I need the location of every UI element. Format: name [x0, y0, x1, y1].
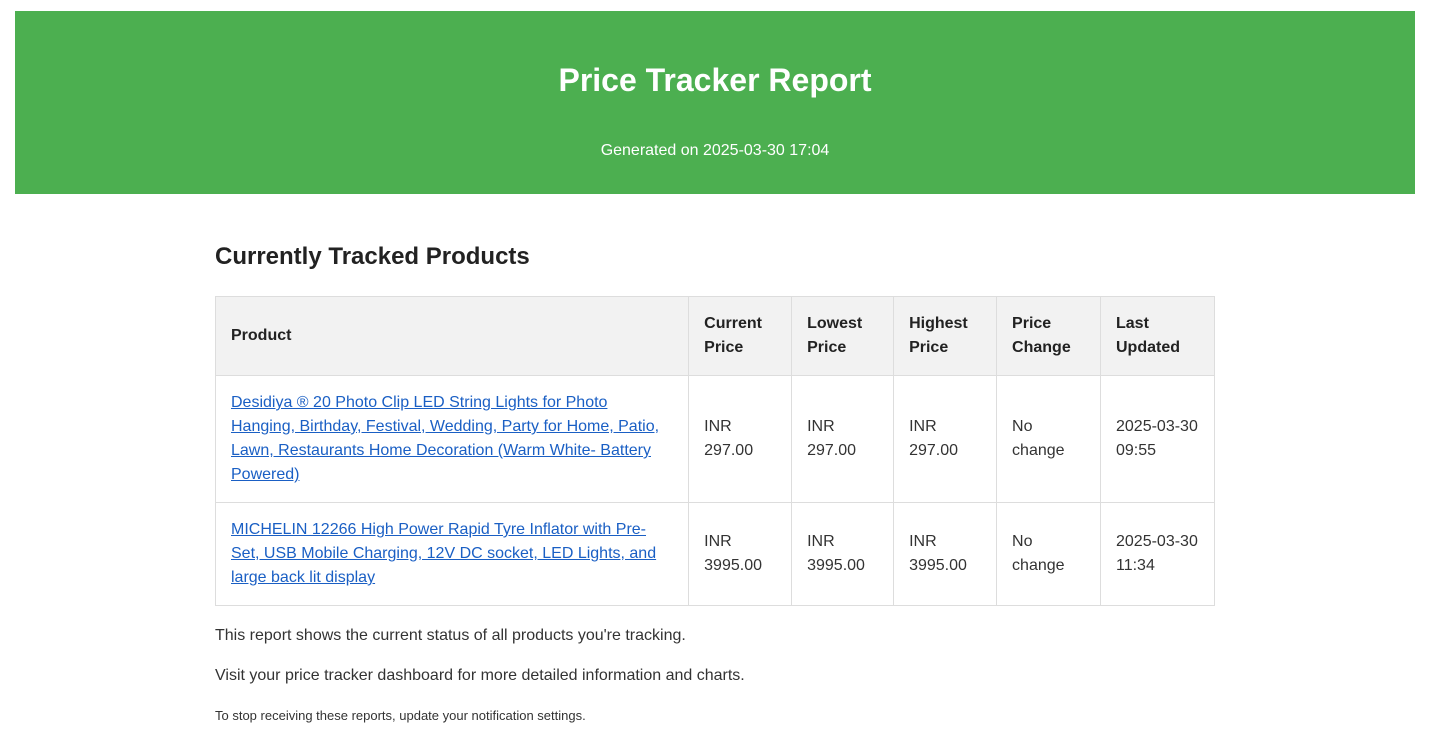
page-title: Price Tracker Report — [558, 62, 872, 98]
last-updated-cell: 2025-03-30 11:34 — [1100, 502, 1215, 606]
highest-price-cell: INR 297.00 — [893, 375, 998, 503]
last-updated-cell: 2025-03-30 09:55 — [1100, 375, 1215, 503]
status-note: This report shows the current status of … — [215, 627, 686, 644]
current-price-cell: INR 297.00 — [688, 375, 793, 503]
generated-timestamp: Generated on 2025-03-30 17:04 — [600, 142, 830, 159]
dashboard-note: Visit your price tracker dashboard for m… — [215, 667, 745, 684]
column-header-lowest-price: Lowest Price — [791, 296, 895, 376]
column-header-highest-price: Highest Price — [893, 296, 998, 376]
column-header-price-change: Price Change — [996, 296, 1101, 376]
product-cell: MICHELIN 12266 High Power Rapid Tyre Inf… — [214, 502, 690, 606]
table-row: Desidiya ® 20 Photo Clip LED String Ligh… — [214, 375, 1215, 503]
report-content: Currently Tracked Products Product Curre… — [214, 230, 1215, 737]
column-header-product: Product — [214, 296, 690, 376]
table-row: MICHELIN 12266 High Power Rapid Tyre Inf… — [214, 502, 1215, 606]
column-header-current-price: Current Price — [688, 296, 793, 376]
column-header-last-updated: Last Updated — [1100, 296, 1215, 376]
highest-price-cell: INR 3995.00 — [893, 502, 998, 606]
product-link[interactable]: Desidiya ® 20 Photo Clip LED String Ligh… — [231, 394, 659, 483]
table-header-row: Product Current Price Lowest Price Highe… — [214, 296, 1215, 376]
price-change-cell: No change — [996, 375, 1101, 503]
section-title: Currently Tracked Products — [215, 243, 530, 270]
tracked-products-table: Product Current Price Lowest Price Highe… — [214, 296, 1215, 606]
lowest-price-cell: INR 297.00 — [791, 375, 895, 503]
product-cell: Desidiya ® 20 Photo Clip LED String Ligh… — [214, 375, 690, 503]
lowest-price-cell: INR 3995.00 — [791, 502, 895, 606]
report-header: Price Tracker Report Generated on 2025-0… — [15, 11, 1415, 194]
product-link[interactable]: MICHELIN 12266 High Power Rapid Tyre Inf… — [231, 521, 656, 586]
price-change-cell: No change — [996, 502, 1101, 606]
current-price-cell: INR 3995.00 — [688, 502, 793, 606]
unsubscribe-note: To stop receiving these reports, update … — [215, 708, 586, 723]
